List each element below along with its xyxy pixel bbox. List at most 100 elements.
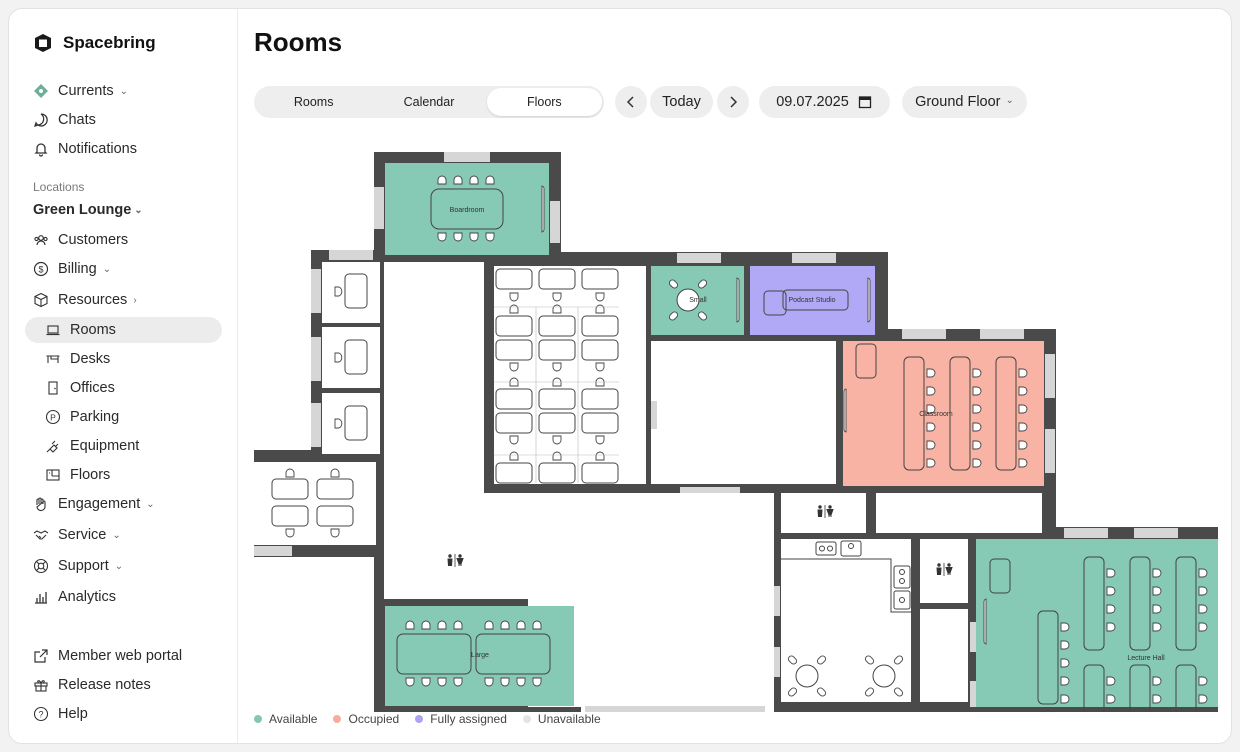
hand-wave-icon	[33, 496, 49, 512]
chevron-left-icon	[623, 94, 639, 110]
nav-rooms-label: Rooms	[70, 322, 116, 338]
nav-currents[interactable]: Currents ⌄	[25, 78, 222, 104]
nav-resources[interactable]: Resources ›	[25, 287, 222, 313]
nav-chats[interactable]: Chats	[25, 107, 222, 133]
main-content: Rooms Rooms Calendar Floors Today 09.07.…	[239, 9, 1231, 743]
box-icon	[33, 292, 49, 308]
nav-member-portal[interactable]: Member web portal	[25, 643, 222, 669]
chevron-down-icon: ⌄	[1005, 94, 1014, 106]
parking-icon: P	[45, 409, 61, 425]
calendar-icon	[857, 94, 873, 110]
bell-icon	[33, 141, 49, 157]
view-switcher: Rooms Calendar Floors	[254, 86, 604, 118]
chat-icon	[33, 112, 49, 128]
nav-support[interactable]: Support ⌄	[25, 553, 222, 579]
room-lecture-hall[interactable]	[976, 539, 1218, 707]
floorplan: Boardroom Small Podcast Studio Classroom…	[254, 152, 1218, 712]
desk-icon	[45, 351, 61, 367]
nav-service[interactable]: Service ⌄	[25, 522, 222, 548]
brand-name: Spacebring	[63, 33, 156, 52]
status-legend: Available Occupied Fully assigned Unavai…	[254, 712, 601, 726]
room-classroom-label: Classroom	[919, 411, 953, 418]
nav-engagement-label: Engagement	[58, 496, 141, 512]
legend-fully-assigned-label: Fully assigned	[430, 712, 507, 726]
handshake-icon	[33, 527, 49, 543]
bar-chart-icon	[33, 589, 49, 605]
nav-floors[interactable]: Floors	[25, 462, 222, 488]
nav-billing[interactable]: $ Billing ⌄	[25, 256, 222, 282]
nav-resources-label: Resources	[58, 292, 128, 308]
nav-currents-label: Currents	[58, 83, 114, 99]
svg-text:$: $	[38, 265, 43, 275]
gift-icon	[33, 677, 49, 693]
nav-chats-label: Chats	[58, 112, 96, 128]
chevron-down-icon: ⌄	[134, 204, 143, 216]
room-lecture-label: Lecture Hall	[1127, 655, 1165, 662]
location-name: Green Lounge	[33, 202, 132, 218]
nav-desks[interactable]: Desks	[25, 346, 222, 372]
prev-day-button[interactable]	[615, 86, 647, 118]
unavailable-dot	[522, 715, 531, 723]
external-link-icon	[33, 648, 49, 664]
legend-unavailable-label: Unavailable	[537, 712, 601, 726]
restroom-icon	[447, 553, 464, 568]
nav-analytics-label: Analytics	[58, 589, 117, 605]
nav-analytics[interactable]: Analytics	[25, 584, 222, 610]
nav-support-label: Support	[58, 558, 109, 574]
svg-text:?: ?	[38, 710, 43, 720]
nav-service-label: Service	[58, 527, 107, 543]
occupied-dot	[333, 715, 342, 723]
location-select[interactable]: Green Lounge ⌄	[33, 202, 143, 218]
laptop-icon	[45, 322, 61, 338]
chevron-down-icon: ⌄	[114, 560, 124, 572]
tab-rooms[interactable]: Rooms	[256, 88, 371, 116]
legend-occupied-label: Occupied	[348, 712, 400, 726]
nav-customers[interactable]: Customers	[25, 227, 222, 253]
room-boardroom-label: Boardroom	[450, 207, 485, 214]
chevron-down-icon: ⌄	[119, 85, 128, 97]
floor-select[interactable]: Ground Floor ⌄	[902, 86, 1027, 118]
nav-help-label: Help	[58, 706, 88, 722]
room-podcast-label: Podcast Studio	[788, 297, 835, 304]
nav-engagement[interactable]: Engagement ⌄	[25, 491, 222, 517]
available-dot	[254, 715, 262, 723]
dollar-icon: $	[33, 261, 49, 277]
nav-offices[interactable]: Offices	[25, 375, 222, 401]
chevron-right-icon: ›	[133, 294, 137, 306]
tab-calendar[interactable]: Calendar	[371, 88, 486, 116]
app-window: Spacebring Currents ⌄ Chats Notification…	[8, 8, 1232, 744]
users-icon	[33, 232, 49, 248]
currents-icon	[33, 83, 49, 99]
room-small-label: Small	[689, 297, 707, 304]
door-icon	[45, 380, 61, 396]
nav-equipment[interactable]: Equipment	[25, 433, 222, 459]
today-button[interactable]: Today	[650, 86, 713, 118]
chevron-down-icon: ⌄	[102, 263, 112, 275]
lifebuoy-icon	[33, 558, 49, 574]
page-title: Rooms	[254, 27, 343, 57]
chevron-down-icon: ⌄	[146, 498, 155, 510]
legend-available: Available	[254, 712, 317, 726]
brand-cube-icon	[33, 33, 53, 53]
floorplan-icon	[45, 467, 61, 483]
sidebar: Spacebring Currents ⌄ Chats Notification…	[9, 9, 238, 743]
nav-floors-label: Floors	[70, 467, 111, 483]
brand-logo[interactable]: Spacebring	[33, 33, 156, 53]
nav-member-portal-label: Member web portal	[58, 648, 183, 664]
nav-help[interactable]: ? Help	[25, 701, 222, 727]
plug-icon	[45, 438, 61, 454]
tab-floors[interactable]: Floors	[486, 88, 602, 116]
nav-release-notes[interactable]: Release notes	[25, 672, 222, 698]
nav-rooms[interactable]: Rooms	[25, 317, 222, 343]
next-day-button[interactable]	[717, 86, 749, 118]
chevron-right-icon	[725, 94, 741, 110]
floor-value: Ground Floor	[915, 94, 1001, 110]
svg-text:P: P	[50, 412, 56, 422]
date-picker[interactable]: 09.07.2025	[759, 86, 890, 118]
nav-billing-label: Billing	[58, 261, 97, 277]
nav-offices-label: Offices	[70, 380, 115, 396]
nav-notifications[interactable]: Notifications	[25, 136, 222, 162]
nav-desks-label: Desks	[70, 351, 111, 367]
nav-parking[interactable]: P Parking	[25, 404, 222, 430]
nav-equipment-label: Equipment	[70, 438, 140, 454]
